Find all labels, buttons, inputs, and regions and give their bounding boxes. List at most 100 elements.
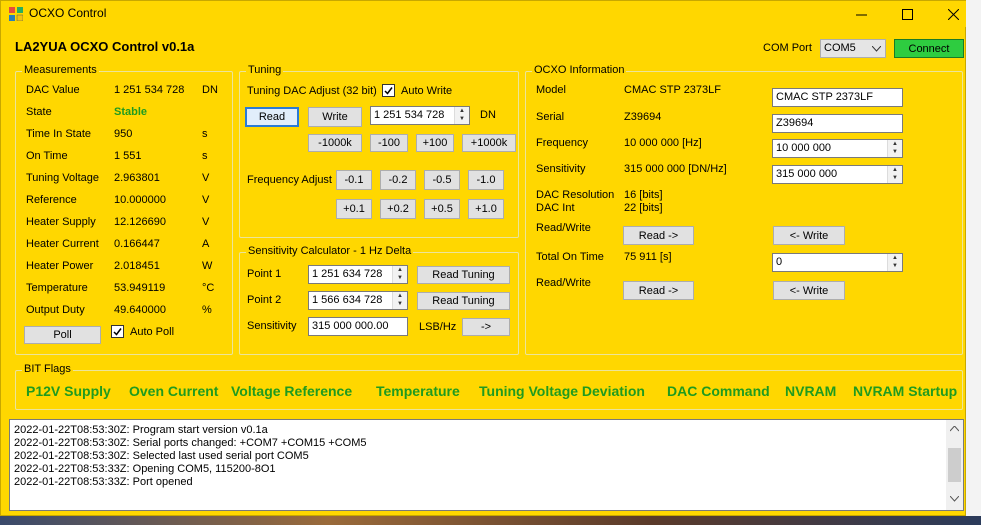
spinner-arrows-icon[interactable]: ▲ ▼ xyxy=(887,140,902,157)
temperature-label: Temperature xyxy=(26,282,88,294)
total-on-time-label: Total On Time xyxy=(536,251,604,263)
bit-flag-dac-command: DAC Command xyxy=(667,383,770,399)
state-label: State xyxy=(26,106,52,118)
connect-button[interactable]: Connect xyxy=(894,39,964,58)
tuning-voltage-label: Tuning Voltage xyxy=(26,172,99,184)
bit-flag-tuning-voltage-deviation: Tuning Voltage Deviation xyxy=(479,383,645,399)
temperature-value: 53.949119 xyxy=(114,282,166,294)
freq-minus-0-2-button[interactable]: -0.2 xyxy=(380,170,416,190)
desktop-background xyxy=(966,0,981,516)
apply-sensitivity-button[interactable]: -> xyxy=(462,318,510,336)
com-port-label: COM Port xyxy=(763,42,812,54)
freq-plus-0-2-button[interactable]: +0.2 xyxy=(380,199,416,219)
heater-power-unit: W xyxy=(202,260,213,272)
ocxo-read-button-1[interactable]: Read -> xyxy=(623,226,694,245)
checkmark-icon xyxy=(113,328,122,336)
sensitivity-input: 315 000 000 xyxy=(776,168,838,180)
time-in-state-value: 950 xyxy=(114,128,133,140)
auto-write-checkbox[interactable] xyxy=(382,84,395,97)
heater-current-value: 0.166447 xyxy=(114,238,160,250)
spinner-arrows-icon[interactable]: ▲ ▼ xyxy=(392,292,407,309)
reference-unit: V xyxy=(202,194,210,206)
frequency-value: 10 000 000 [Hz] xyxy=(624,137,702,149)
log-scrollbar[interactable] xyxy=(946,420,963,510)
poll-button[interactable]: Poll xyxy=(24,326,101,344)
point2-input: 1 566 634 728 xyxy=(312,294,383,306)
step-minus-1000k-button[interactable]: -1000k xyxy=(308,134,362,152)
maximize-button[interactable] xyxy=(885,1,929,27)
bit-flag-nvram-startup: NVRAM Startup xyxy=(853,383,958,399)
freq-minus-0-1-button[interactable]: -0.1 xyxy=(336,170,372,190)
frequency-spinner[interactable]: 10 000 000 ▲ ▼ xyxy=(772,139,903,158)
on-time-label: On Time xyxy=(26,150,68,162)
minimize-icon xyxy=(855,14,867,15)
point2-spinner[interactable]: 1 566 634 728 ▲ ▼ xyxy=(308,291,408,310)
tuning-write-button[interactable]: Write xyxy=(308,107,362,127)
auto-poll-checkbox[interactable] xyxy=(111,325,124,338)
total-on-time-input: 0 xyxy=(776,256,783,268)
log-textbox[interactable]: 2022-01-22T08:53:30Z: Program start vers… xyxy=(9,419,964,511)
step-plus-100-button[interactable]: +100 xyxy=(416,134,454,152)
freq-plus-0-1-button[interactable]: +0.1 xyxy=(336,199,372,219)
spinner-arrows-icon[interactable]: ▲ ▼ xyxy=(887,254,902,271)
freq-plus-0-5-button[interactable]: +0.5 xyxy=(424,199,460,219)
total-on-time-spinner[interactable]: 0 ▲ ▼ xyxy=(772,253,903,272)
spinner-arrows-icon[interactable]: ▲ ▼ xyxy=(887,166,902,183)
sensitivity-calc-output[interactable]: 315 000 000.00 xyxy=(308,317,408,336)
ocxo-write-button-1[interactable]: <- Write xyxy=(773,226,845,245)
ocxo-read-button-2[interactable]: Read -> xyxy=(623,281,694,300)
read-tuning-point1-button[interactable]: Read Tuning xyxy=(417,266,510,284)
ocxo-write-button-2[interactable]: <- Write xyxy=(773,281,845,300)
freq-minus-0-5-button[interactable]: -0.5 xyxy=(424,170,460,190)
output-duty-label: Output Duty xyxy=(26,304,85,316)
heater-current-label: Heater Current xyxy=(26,238,99,250)
dac-value-spinner[interactable]: 1 251 534 728 ▲ ▼ xyxy=(370,106,470,125)
lsb-hz-label: LSB/Hz xyxy=(419,321,457,333)
com-port-value: COM5 xyxy=(824,42,856,54)
heater-power-label: Heater Power xyxy=(26,260,94,272)
read-write-label-1: Read/Write xyxy=(536,222,591,234)
tuning-read-button[interactable]: Read xyxy=(245,107,299,127)
scroll-up-icon[interactable] xyxy=(950,426,959,432)
minimize-button[interactable] xyxy=(839,1,883,27)
auto-write-label: Auto Write xyxy=(401,85,453,97)
sensitivity-calc-group-label: Sensitivity Calculator - 1 Hz Delta xyxy=(246,245,414,257)
frequency-input: 10 000 000 xyxy=(776,142,832,154)
app-icon xyxy=(9,7,23,21)
spinner-arrows-icon[interactable]: ▲ ▼ xyxy=(392,266,407,283)
scroll-thumb[interactable] xyxy=(948,448,961,482)
step-plus-1000k-button[interactable]: +1000k xyxy=(462,134,516,152)
bit-flag-temperature: Temperature xyxy=(376,383,460,399)
freq-minus-1-0-button[interactable]: -1.0 xyxy=(468,170,504,190)
read-tuning-point2-button[interactable]: Read Tuning xyxy=(417,292,510,310)
bit-flag-nvram: NVRAM xyxy=(785,383,837,399)
heater-supply-label: Heater Supply xyxy=(26,216,96,228)
sensitivity-spinner[interactable]: 315 000 000 ▲ ▼ xyxy=(772,165,903,184)
dac-resolution-label: DAC Resolution xyxy=(536,189,615,201)
dac-adjust-label: Tuning DAC Adjust (32 bit) xyxy=(247,85,377,97)
log-line: 2022-01-22T08:53:30Z: Serial ports chang… xyxy=(14,437,367,449)
dac-int-label: DAC Int xyxy=(536,202,575,214)
heater-power-value: 2.018451 xyxy=(114,260,160,272)
freq-plus-1-0-button[interactable]: +1.0 xyxy=(468,199,504,219)
heater-supply-unit: V xyxy=(202,216,210,228)
bit-flag-oven-current: Oven Current xyxy=(129,383,219,399)
com-port-select[interactable]: COM5 xyxy=(820,39,886,58)
dac-int-value: 22 [bits] xyxy=(624,202,663,214)
log-line: 2022-01-22T08:53:33Z: Opening COM5, 1152… xyxy=(14,463,276,475)
dac-resolution-value: 16 [bits] xyxy=(624,189,663,201)
app-window: OCXO Control LA2YUA OCXO Control v0.1a C… xyxy=(0,0,967,516)
point1-spinner[interactable]: 1 251 634 728 ▲ ▼ xyxy=(308,265,408,284)
model-input[interactable]: CMAC STP 2373LF xyxy=(772,88,903,107)
dac-value-value: 1 251 534 728 xyxy=(114,84,185,96)
output-duty-unit: % xyxy=(202,304,212,316)
chevron-down-icon xyxy=(872,46,881,52)
close-icon xyxy=(947,8,959,20)
reference-value: 10.000000 xyxy=(114,194,166,206)
total-on-time-value: 75 911 [s] xyxy=(624,251,672,263)
step-minus-100-button[interactable]: -100 xyxy=(370,134,408,152)
time-in-state-label: Time In State xyxy=(26,128,92,140)
scroll-down-icon[interactable] xyxy=(950,496,959,502)
spinner-arrows-icon[interactable]: ▲ ▼ xyxy=(454,107,469,124)
serial-input[interactable]: Z39694 xyxy=(772,114,903,133)
